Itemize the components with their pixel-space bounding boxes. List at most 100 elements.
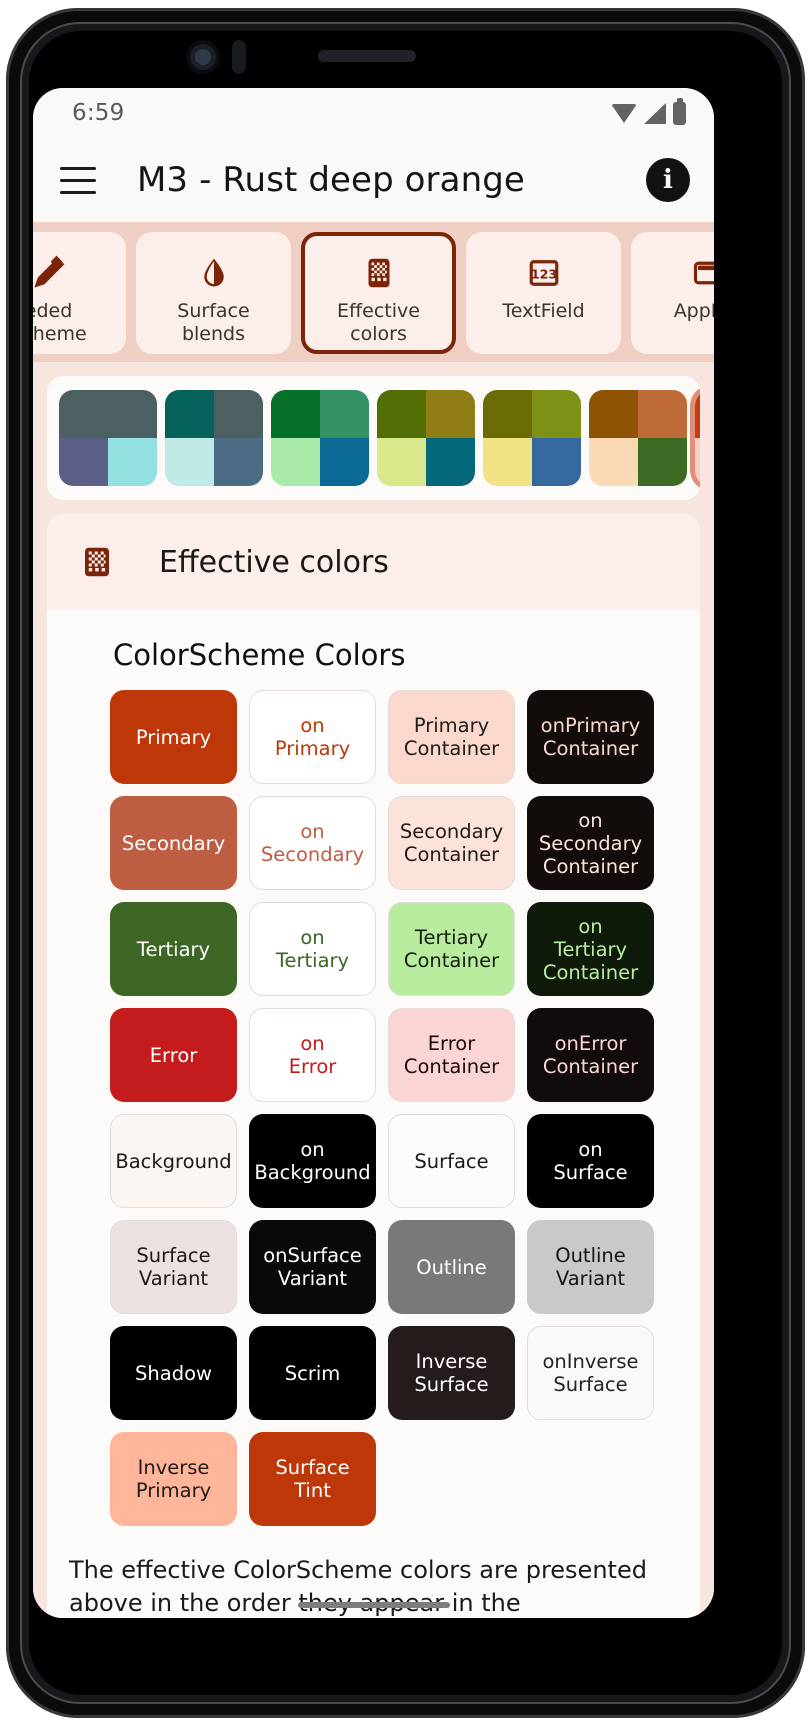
color-box[interactable]: Secondary (110, 796, 237, 890)
tab-list: eded Scheme Surface blends Effective color… (33, 232, 714, 354)
tab-effective-colors[interactable]: Effective colors (301, 232, 456, 354)
color-box[interactable]: Scrim (249, 1326, 376, 1420)
swatch-quadrant (214, 390, 263, 438)
scheme-swatch[interactable] (59, 390, 157, 486)
color-box[interactable]: Tertiary Container (388, 902, 515, 996)
scheme-swatch[interactable] (377, 390, 475, 486)
swatch-quadrant (271, 390, 320, 438)
palette-grid-icon (360, 254, 398, 292)
tab-surface-blends[interactable]: Surface blends (136, 232, 291, 354)
info-circle-icon[interactable]: i (646, 158, 690, 202)
swatch-quadrant (638, 438, 687, 486)
swatch-quadrant (695, 390, 700, 438)
color-box[interactable]: on Primary (249, 690, 376, 784)
scheme-swatch-card (47, 376, 700, 500)
color-box[interactable]: on Secondary Container (527, 796, 654, 890)
color-box[interactable]: on Secondary (249, 796, 376, 890)
swatch-quadrant (320, 438, 369, 486)
color-box[interactable]: Inverse Surface (388, 1326, 515, 1420)
color-box[interactable]: Error Container (388, 1008, 515, 1102)
swatch-quadrant (695, 438, 700, 486)
earpiece-speaker (318, 50, 416, 62)
water-drop-icon (195, 254, 233, 292)
color-box[interactable]: Outline Variant (527, 1220, 654, 1314)
color-box[interactable]: Shadow (110, 1326, 237, 1420)
section-title: Effective colors (159, 544, 389, 580)
tab-label: Surface blends (177, 300, 250, 345)
swatch-quadrant (483, 438, 532, 486)
swatch-quadrant (377, 438, 426, 486)
color-box[interactable]: on Tertiary (249, 902, 376, 996)
tab-eded-scheme[interactable]: eded Scheme (33, 232, 126, 354)
color-box[interactable]: onInverse Surface (527, 1326, 654, 1420)
swatch-quadrant (589, 438, 638, 486)
color-box[interactable]: onSurface Variant (249, 1220, 376, 1314)
app-bar: M3 - Rust deep orange i (33, 138, 714, 222)
screenshot-stage: 6:59 M3 - Rust deep orange i eded Scheme… (0, 0, 811, 1726)
swatch-quadrant (271, 438, 320, 486)
colorscheme-colors-subtitle: ColorScheme Colors (113, 638, 406, 672)
numbers-123-icon: 123 (525, 254, 563, 292)
swatch-quadrant (426, 390, 475, 438)
tab-textfield[interactable]: 123 TextField (466, 232, 621, 354)
scheme-swatch[interactable] (271, 390, 369, 486)
color-box[interactable]: on Surface (527, 1114, 654, 1208)
status-bar-icons (611, 98, 686, 125)
content-scroll-area[interactable]: Effective colors ColorScheme Colors Prim… (33, 362, 714, 1618)
swatch-quadrant (589, 390, 638, 438)
color-box[interactable]: Surface (388, 1114, 515, 1208)
color-box[interactable]: on Error (249, 1008, 376, 1102)
swatch-quadrant (320, 390, 369, 438)
swatch-quadrant (483, 390, 532, 438)
color-box[interactable]: Outline (388, 1220, 515, 1314)
swatch-quadrant (165, 390, 214, 438)
color-box[interactable]: Background (110, 1114, 237, 1208)
phone-screen: 6:59 M3 - Rust deep orange i eded Scheme… (33, 88, 714, 1618)
effective-colors-header[interactable]: Effective colors (47, 514, 700, 610)
status-bar: 6:59 (33, 88, 714, 138)
color-box[interactable]: Primary Container (388, 690, 515, 784)
tab-appbar[interactable]: AppBar (631, 232, 714, 354)
swatch-quadrant (165, 438, 214, 486)
swatch-quadrant (532, 390, 581, 438)
home-indicator[interactable] (297, 1602, 450, 1608)
color-box[interactable]: Tertiary (110, 902, 237, 996)
scheme-swatch-list (59, 390, 700, 486)
color-box[interactable]: Error (110, 1008, 237, 1102)
scheme-swatch[interactable] (483, 390, 581, 486)
color-box[interactable]: on Tertiary Container (527, 902, 654, 996)
swatch-quadrant (59, 390, 108, 438)
tab-label: TextField (502, 300, 585, 322)
page-title: M3 - Rust deep orange (137, 160, 525, 200)
color-box[interactable]: Surface Tint (249, 1432, 376, 1526)
color-box[interactable]: Secondary Container (388, 796, 515, 890)
color-box[interactable]: Surface Variant (110, 1220, 237, 1314)
scheme-swatch[interactable] (165, 390, 263, 486)
front-camera-icon (186, 40, 220, 74)
scheme-swatch[interactable] (589, 390, 687, 486)
color-box[interactable]: Primary (110, 690, 237, 784)
color-box[interactable]: Inverse Primary (110, 1432, 237, 1526)
tab-bar[interactable]: eded Scheme Surface blends Effective color… (33, 222, 714, 362)
hamburger-menu-icon[interactable] (49, 151, 107, 209)
description-text: The effective ColorScheme colors are pre… (69, 1556, 647, 1617)
tab-label: eded Scheme (33, 300, 87, 345)
color-box[interactable]: onPrimary Container (527, 690, 654, 784)
swatch-quadrant (108, 390, 157, 438)
cellular-signal-icon (644, 103, 666, 124)
swatch-quadrant (214, 438, 263, 486)
proximity-sensor-icon (232, 40, 246, 74)
tab-label: Effective colors (337, 300, 420, 345)
effective-colors-body: ColorScheme Colors Primary on Primary Prim… (47, 610, 700, 1618)
wifi-icon (611, 104, 637, 123)
swatch-quadrant (377, 390, 426, 438)
color-box[interactable]: onError Container (527, 1008, 654, 1102)
swatch-quadrant (638, 390, 687, 438)
color-box[interactable]: on Background (249, 1114, 376, 1208)
appbar-rectangle-icon (690, 254, 714, 292)
swatch-quadrant (108, 438, 157, 486)
scheme-swatch[interactable] (695, 390, 700, 486)
colorscheme-color-grid: Primary on Primary Primary Container onPrim… (110, 690, 700, 1526)
eyedropper-icon (33, 254, 68, 292)
palette-grid-icon (77, 542, 117, 582)
